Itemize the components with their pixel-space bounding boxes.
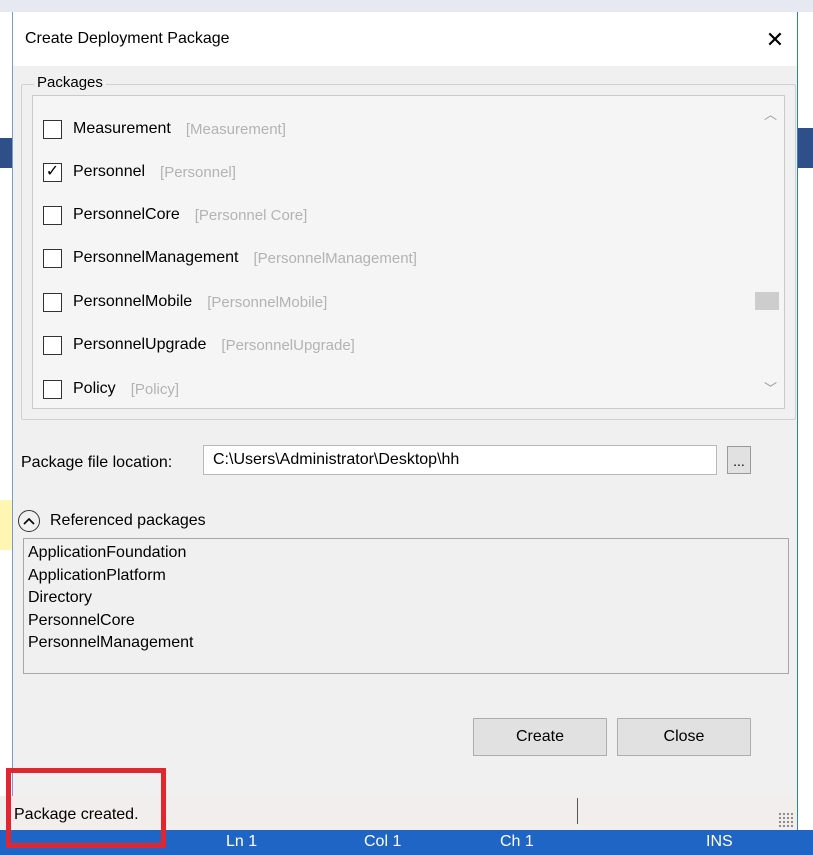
dialog-title: Create Deployment Package: [25, 30, 230, 47]
packages-group-label: Packages: [34, 74, 106, 91]
package-checkbox[interactable]: [43, 248, 62, 268]
packages-group: Packages ︿ ﹀ Measurement [Measurement] ✓ Pe…: [21, 74, 796, 420]
resize-grip-icon[interactable]: [778, 812, 794, 828]
referenced-package-item[interactable]: PersonnelManagement: [28, 632, 784, 655]
char-indicator: Ch 1: [500, 833, 534, 850]
referenced-package-item[interactable]: ApplicationFoundation: [28, 542, 784, 565]
column-indicator: Col 1: [364, 833, 402, 850]
create-button[interactable]: Create: [473, 718, 607, 756]
create-deployment-package-dialog: Create Deployment Package ✕ Packages ︿ ﹀…: [12, 12, 797, 830]
package-checkbox[interactable]: [43, 205, 62, 225]
background-right-panel: [796, 12, 813, 855]
package-file-location-label: Package file location:: [21, 454, 173, 471]
package-tag: [Policy]: [130, 380, 180, 398]
insert-mode-indicator: INS: [706, 833, 733, 850]
scrollbar-thumb[interactable]: [755, 292, 779, 310]
background-left-panel: [0, 12, 12, 855]
package-row[interactable]: Policy [Policy]: [33, 377, 179, 401]
package-tag: [PersonnelMobile]: [207, 293, 328, 311]
package-row[interactable]: PersonnelUpgrade [PersonnelUpgrade]: [33, 333, 355, 357]
status-separator: [577, 798, 578, 824]
package-tag: [Measurement]: [185, 120, 286, 138]
dialog-titlebar: Create Deployment Package ✕: [13, 12, 797, 66]
packages-listbox[interactable]: ︿ ﹀ Measurement [Measurement] ✓ Personnel [P…: [32, 95, 785, 409]
close-icon[interactable]: ✕: [757, 22, 793, 58]
referenced-package-item[interactable]: ApplicationPlatform: [28, 565, 784, 588]
collapse-referenced-icon[interactable]: [18, 510, 40, 532]
package-name: PersonnelManagement: [73, 249, 239, 266]
package-tag: [Personnel Core]: [194, 206, 308, 224]
package-name: PersonnelMobile: [73, 293, 193, 310]
package-checkbox[interactable]: [43, 119, 62, 139]
scroll-down-icon[interactable]: ﹀: [764, 378, 777, 397]
package-tag: [PersonnelManagement]: [253, 249, 417, 267]
line-indicator: Ln 1: [226, 833, 258, 850]
package-checkbox[interactable]: [43, 379, 62, 399]
package-name: PersonnelUpgrade: [73, 336, 207, 353]
background-strip: [0, 0, 813, 12]
package-row[interactable]: PersonnelMobile [PersonnelMobile]: [33, 290, 327, 314]
package-name: Policy: [73, 380, 116, 397]
browse-button[interactable]: ...: [727, 446, 751, 474]
package-file-location-input[interactable]: [203, 445, 717, 475]
package-checkbox[interactable]: ✓: [43, 162, 62, 182]
referenced-packages-list[interactable]: ApplicationFoundation ApplicationPlatform…: [23, 538, 789, 674]
package-tag: [Personnel]: [160, 163, 236, 181]
close-button[interactable]: Close: [617, 718, 751, 756]
package-row[interactable]: PersonnelCore [Personnel Core]: [33, 203, 307, 227]
package-name: Personnel: [73, 163, 146, 180]
package-checkbox[interactable]: [43, 292, 62, 312]
package-checkbox[interactable]: [43, 335, 62, 355]
scroll-up-icon[interactable]: ︿: [764, 104, 777, 123]
package-row[interactable]: PersonnelManagement [PersonnelManagement]: [33, 246, 417, 270]
highlight-box: [6, 768, 166, 848]
referenced-package-item[interactable]: Directory: [28, 587, 784, 610]
package-name: Measurement: [73, 120, 171, 137]
referenced-packages-label: Referenced packages: [50, 512, 206, 529]
package-name: PersonnelCore: [73, 206, 180, 223]
package-row[interactable]: Measurement [Measurement]: [33, 117, 286, 141]
referenced-package-item[interactable]: PersonnelCore: [28, 610, 784, 633]
package-tag: [PersonnelUpgrade]: [221, 336, 355, 354]
package-row[interactable]: ✓ Personnel [Personnel]: [33, 160, 236, 184]
